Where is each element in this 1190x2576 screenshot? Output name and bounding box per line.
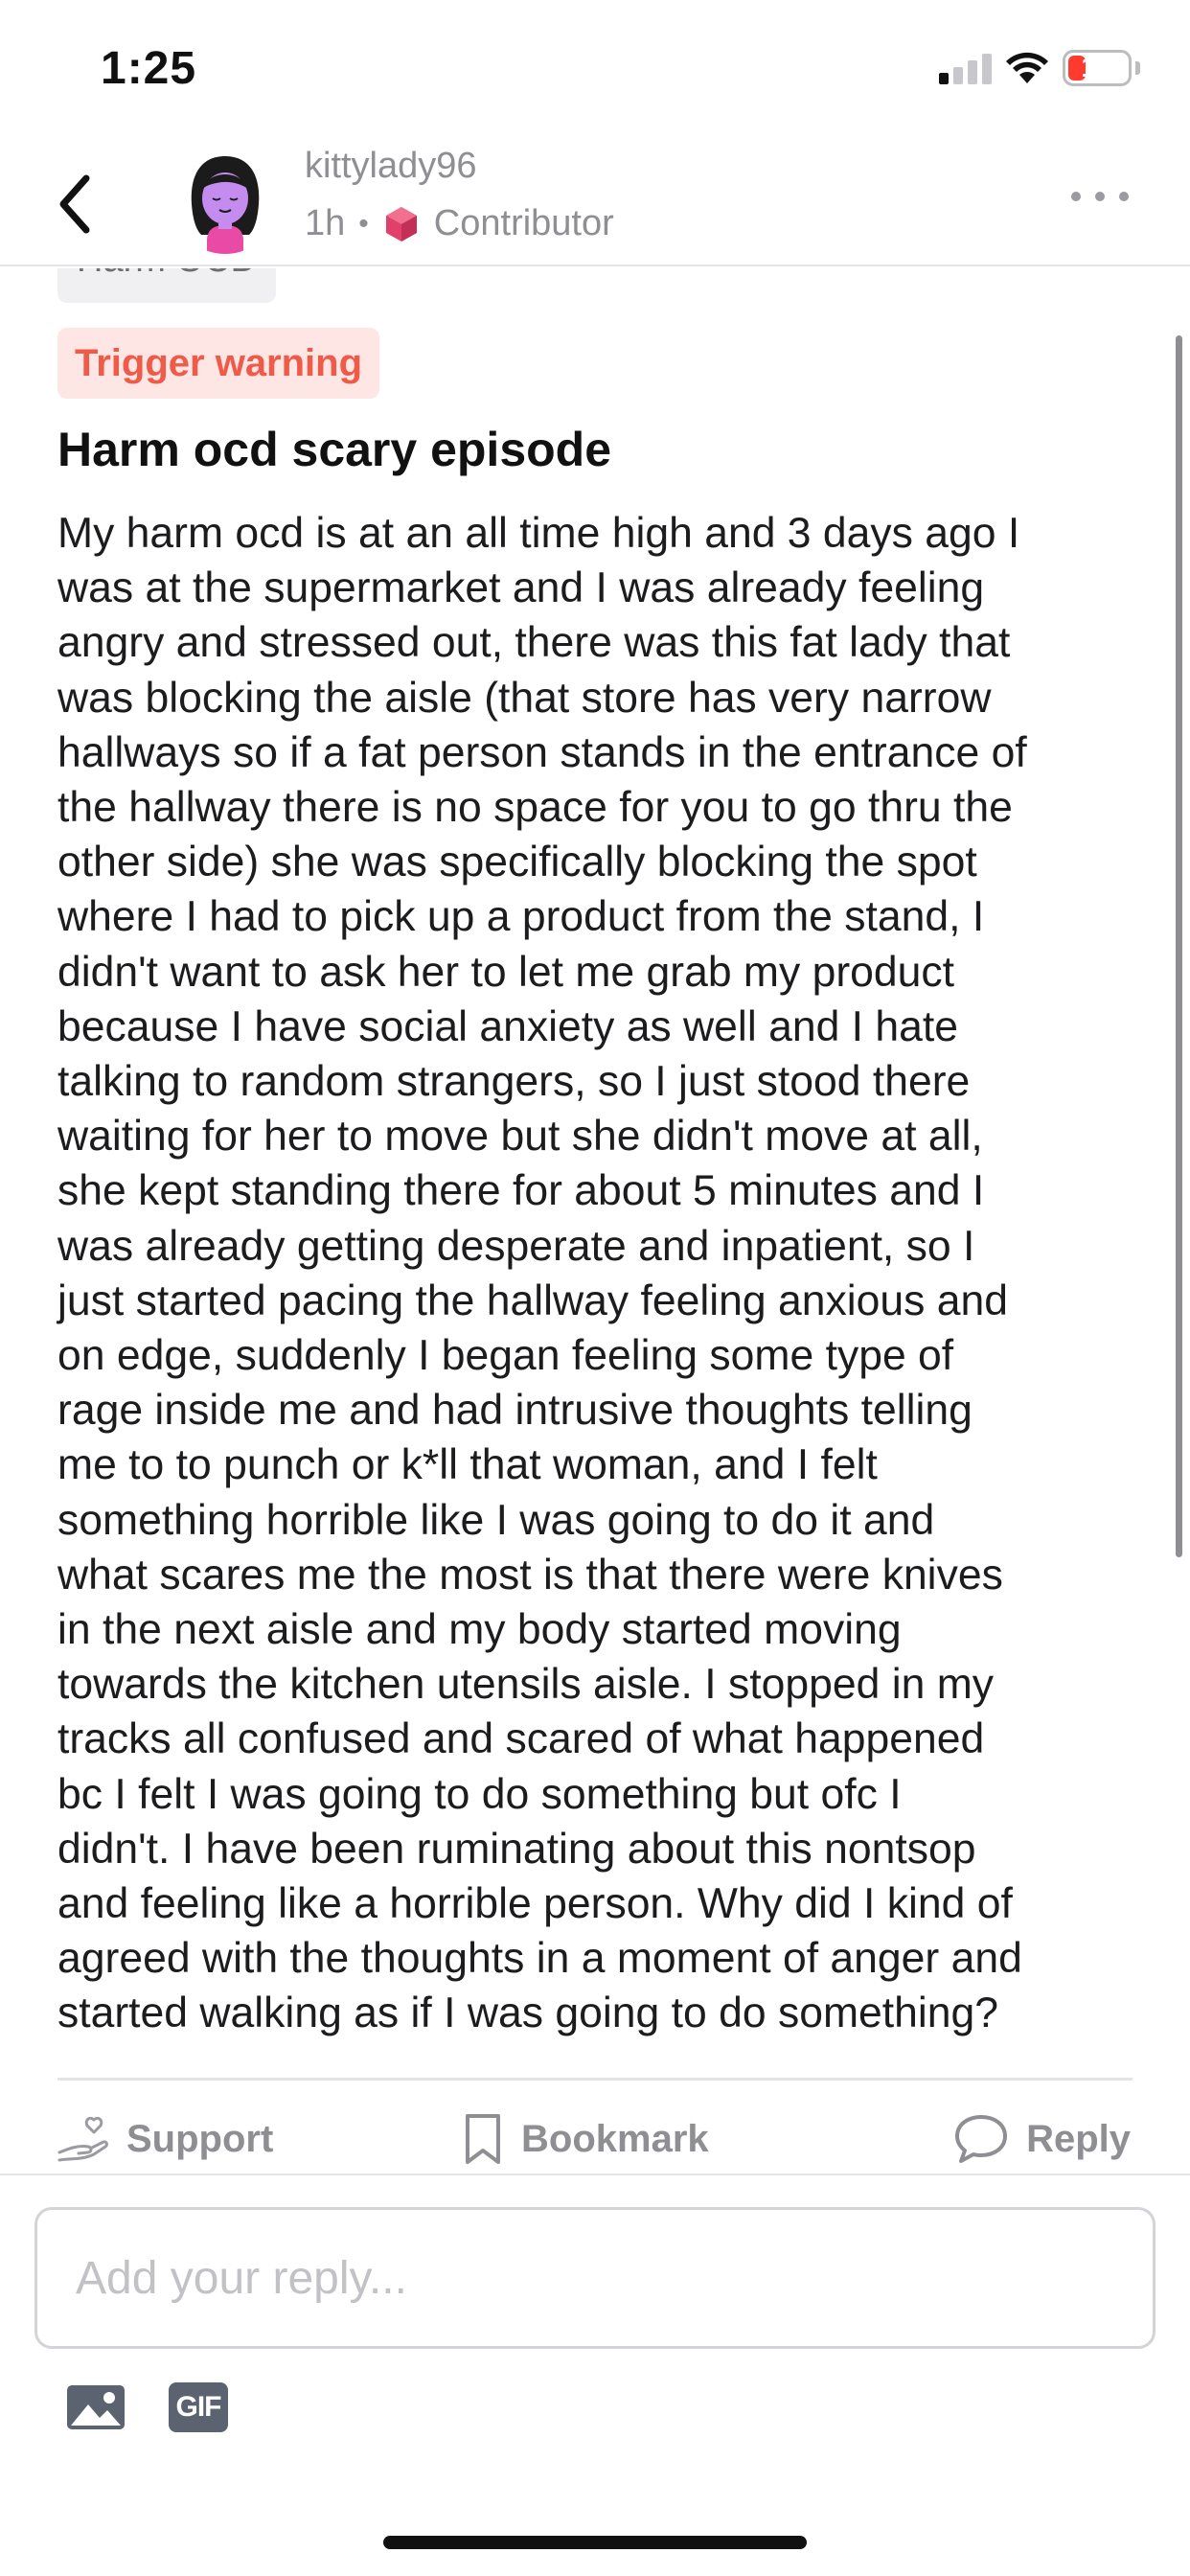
- support-button[interactable]: Support: [56, 2104, 273, 2174]
- post-body-line: hallways so if a fat person stands in th…: [57, 728, 1027, 776]
- post-body-line: didn't want to ask her to let me grab my…: [57, 948, 955, 996]
- post-body-line: and feeling like a horrible person. Why …: [57, 1880, 1013, 1928]
- post-title: Harm ocd scary episode: [57, 423, 612, 476]
- support-hand-heart-icon: [57, 2116, 108, 2162]
- contributor-badge-icon: [385, 206, 417, 242]
- gif-button[interactable]: GIF: [169, 2382, 228, 2432]
- bookmark-icon: [466, 2114, 500, 2164]
- post-body-line: talking to random strangers, so I just s…: [57, 1058, 971, 1106]
- post-body-line: didn't. I have been ruminating about thi…: [57, 1825, 976, 1873]
- battery-nub: [1135, 61, 1140, 75]
- home-indicator: [383, 2536, 807, 2549]
- post-body-line: was blocking the aisle (that store has v…: [57, 674, 992, 722]
- bookmark-button[interactable]: Bookmark: [462, 2104, 709, 2174]
- post-content: Harm OCD Trigger warning Harm ocd scary …: [0, 268, 1190, 2174]
- post-body-line: because I have social anxiety as well an…: [57, 1002, 959, 1050]
- reply-button[interactable]: Reply: [953, 2104, 1131, 2174]
- post-body-line: on edge, suddenly I began feeling some t…: [57, 1332, 954, 1380]
- time-ago: 1h: [305, 203, 346, 243]
- avatar[interactable]: [172, 149, 278, 254]
- post-body-line: she kept standing there for about 5 minu…: [57, 1167, 985, 1215]
- post-body-line: started walking as if I was going to do …: [57, 1990, 999, 2037]
- avatar-illustration: [172, 149, 278, 254]
- post-body-line: angry and stressed out, there was this f…: [57, 619, 1011, 667]
- post-body-line: where I had to pick up a product from th…: [57, 893, 985, 941]
- bookmark-label: Bookmark: [521, 2117, 709, 2160]
- more-dot-icon: [1119, 192, 1129, 201]
- post-body-line: waiting for her to move but she didn't m…: [57, 1113, 983, 1161]
- content-divider: [57, 2078, 1133, 2081]
- post-actions: Support Bookmark Reply: [0, 2104, 1190, 2174]
- post-body-line: agreed with the thoughts in a moment of …: [57, 1935, 1022, 1983]
- status-icons: 19: [939, 50, 1140, 86]
- media-toolbar: GIF: [65, 2382, 228, 2432]
- scrollbar[interactable]: [1176, 335, 1182, 1557]
- post-body-line: in the next aisle and my body started mo…: [57, 1606, 902, 1654]
- post-body-line: tracks all confused and scared of what h…: [57, 1715, 985, 1763]
- post-body-line: what scares me the most is that there we…: [57, 1551, 1003, 1598]
- photo-icon[interactable]: [65, 2383, 126, 2431]
- post-body-line: me to to punch or k*ll that woman, and I…: [57, 1441, 878, 1489]
- post-meta: 1h • Contributor: [305, 203, 614, 244]
- speech-bubble-icon: [955, 2115, 1008, 2163]
- contributor-label: Contributor: [433, 203, 614, 243]
- post-body-line: towards the kitchen utensils aisle. I st…: [57, 1661, 995, 1709]
- wifi-icon: [1006, 52, 1048, 83]
- post-body-line: was already getting desperate and inpati…: [57, 1222, 975, 1270]
- post-body-line: bc I felt I was going to do something bu…: [57, 1770, 902, 1818]
- post-body-line: was at the supermarket and I was already…: [57, 564, 985, 612]
- status-time: 1:25: [101, 43, 197, 94]
- topic-tag[interactable]: Harm OCD: [57, 268, 276, 303]
- post-body-line: the hallway there is no space for you to…: [57, 784, 1013, 832]
- support-label: Support: [126, 2117, 274, 2160]
- cellular-signal-icon: [939, 52, 992, 84]
- status-bar: 1:25 19: [0, 0, 1190, 144]
- trigger-warning-badge: Trigger warning: [57, 328, 380, 399]
- reply-box[interactable]: [34, 2207, 1156, 2349]
- meta-separator: •: [358, 207, 369, 240]
- reply-label: Reply: [1026, 2117, 1131, 2160]
- more-options-button[interactable]: [1071, 182, 1129, 211]
- battery-icon: 19: [1063, 50, 1132, 86]
- battery-level: 19: [1081, 52, 1113, 83]
- post-header: kittylady96 1h • Contributor: [0, 144, 1190, 266]
- post-body-line: rage inside me and had intrusive thought…: [57, 1387, 973, 1435]
- post-body-line: My harm ocd is at an all time high and 3…: [57, 510, 1020, 557]
- reply-input[interactable]: [37, 2210, 1153, 2346]
- action-divider: [0, 2174, 1190, 2175]
- username[interactable]: kittylady96: [305, 146, 477, 187]
- more-dot-icon: [1095, 192, 1105, 201]
- post-body-line: something horrible like I was going to d…: [57, 1496, 935, 1544]
- post-body-line: just started pacing the hallway feeling …: [57, 1276, 1008, 1324]
- post-body-line: other side) she was specifically blockin…: [57, 839, 977, 886]
- more-dot-icon: [1071, 192, 1081, 201]
- back-button[interactable]: [46, 171, 103, 238]
- chevron-left-icon: [59, 174, 90, 234]
- post-body: My harm ocd is at an all time high and 3…: [57, 506, 1140, 2041]
